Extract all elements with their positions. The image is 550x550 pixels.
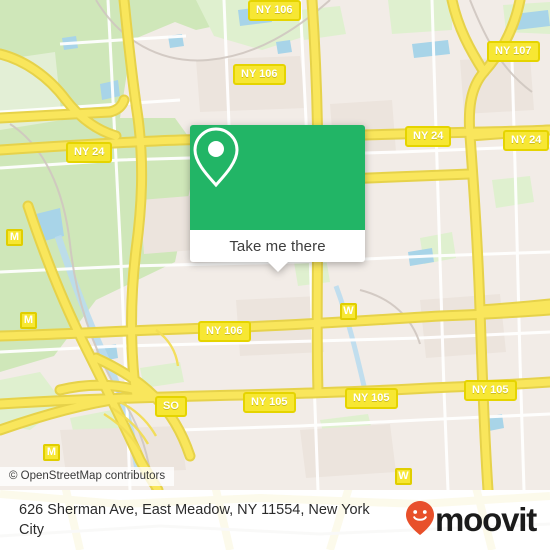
footer-bar: 626 Sherman Ave, East Meadow, NY 11554, … bbox=[0, 490, 550, 550]
road-shield: NY 24 bbox=[503, 130, 550, 151]
road-shield: NY 105 bbox=[243, 392, 296, 413]
road-shield: NY 106 bbox=[198, 321, 251, 342]
road-shield: SO bbox=[155, 396, 187, 417]
road-shield: NY 107 bbox=[487, 41, 540, 62]
road-shield: NY 106 bbox=[248, 0, 301, 21]
wikipedia-poi-marker[interactable]: W bbox=[395, 468, 412, 485]
popup-header bbox=[190, 125, 365, 230]
road-shield: NY 24 bbox=[66, 142, 113, 163]
take-me-there-label: Take me there bbox=[229, 237, 326, 255]
popup-pointer-tail bbox=[267, 262, 288, 272]
moovit-wordmark: moovit bbox=[435, 501, 537, 538]
moovit-logo[interactable]: moovit bbox=[406, 500, 537, 540]
metro-station-marker[interactable]: M bbox=[20, 312, 37, 329]
map-page: NY 106 NY 107 NY 106 NY 24 NY 24 NY 24 N… bbox=[0, 0, 550, 550]
road-shield: NY 106 bbox=[233, 64, 286, 85]
metro-station-marker[interactable]: M bbox=[6, 229, 23, 246]
metro-station-marker[interactable]: M bbox=[43, 444, 60, 461]
osm-attribution[interactable]: © OpenStreetMap contributors bbox=[0, 467, 175, 486]
road-shield: NY 105 bbox=[464, 380, 517, 401]
popup-footer[interactable]: Take me there bbox=[190, 230, 365, 272]
location-popup-card[interactable]: Take me there bbox=[190, 125, 365, 272]
address-label: 626 Sherman Ave, East Meadow, NY 11554, … bbox=[19, 502, 370, 538]
map-canvas[interactable]: NY 106 NY 107 NY 106 NY 24 NY 24 NY 24 N… bbox=[0, 0, 550, 490]
road-shield: NY 105 bbox=[345, 388, 398, 409]
road-shield: NY 24 bbox=[405, 126, 452, 147]
wikipedia-poi-marker[interactable]: W bbox=[340, 303, 357, 320]
moovit-pin-icon bbox=[406, 500, 435, 540]
